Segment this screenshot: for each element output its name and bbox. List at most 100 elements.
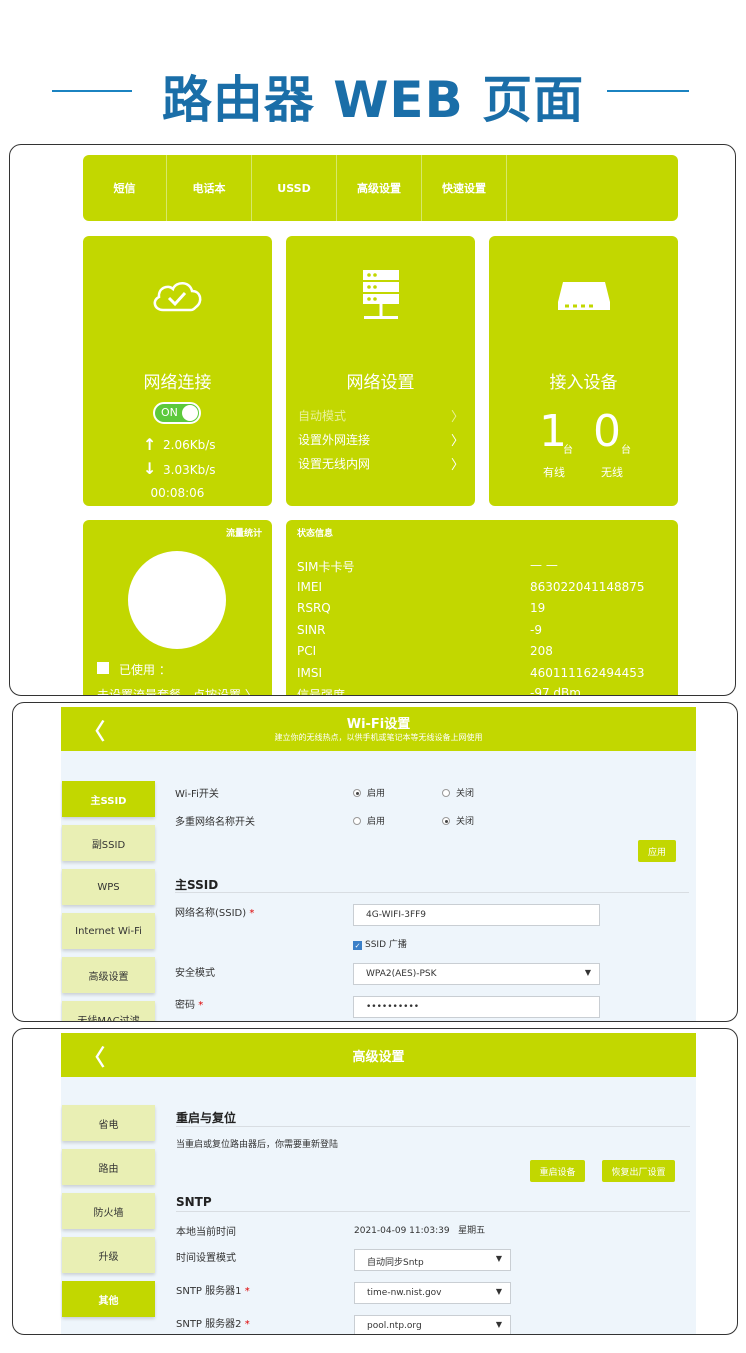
status-key: 信号强度 [297, 688, 346, 696]
radio-dot [442, 817, 450, 825]
network-connection-card: 网络连接 ON ↑ 2.06Kb/s ↓ 3.03Kb/s 00:08:06 [83, 236, 272, 506]
wifi-content: 主SSID 副SSID WPS Internet Wi-Fi 高级设置 无线MA… [61, 751, 696, 1021]
traffic-stats-card: 流量统计 已使用 ： 未设置流量套餐，点按设置 〉 [83, 520, 272, 695]
sidebar-item-firewall[interactable]: 防火墙 [62, 1193, 155, 1229]
sidebar-item-advanced[interactable]: 高级设置 [62, 957, 155, 993]
network-toggle-knob [182, 405, 198, 421]
password-label-text: 密码 [175, 1000, 195, 1011]
sntp-server2-label-text: SNTP 服务器2 [176, 1319, 242, 1330]
chevron-right-icon: 〉 [450, 434, 464, 449]
status-key: SIM卡卡号 [297, 560, 355, 574]
router-device-icon [558, 282, 610, 310]
wifi-on-radio[interactable]: 启用 [353, 786, 385, 799]
link-wlan-setup-label: 设置无线内网 [298, 457, 371, 471]
status-value: 863022041148875 [530, 580, 645, 594]
sntp-server1-select[interactable]: time-nw.nist.gov ▼ [354, 1282, 511, 1304]
sidebar-item-main-ssid[interactable]: 主SSID [62, 781, 155, 817]
download-arrow-icon: ↓ [143, 459, 157, 478]
menu-ussd[interactable]: USSD [252, 155, 337, 221]
sntp-server2-label: SNTP 服务器2 * [176, 1315, 250, 1330]
status-info-title: 状态信息 [297, 529, 334, 539]
required-mark: * [198, 1000, 204, 1011]
multi-ssid-off-radio[interactable]: 关闭 [442, 814, 474, 827]
dropdown-caret-icon: ▼ [495, 1320, 502, 1329]
menu-advanced[interactable]: 高级设置 [337, 155, 422, 221]
wireless-count: 0 [593, 406, 621, 457]
ssid-broadcast-checkbox[interactable]: ✓ SSID 广播 [353, 937, 407, 950]
network-settings-title: 网络设置 [346, 373, 415, 393]
used-legend-box [97, 662, 109, 674]
status-row: SIM卡卡号 — — [297, 558, 667, 575]
link-wan-setup[interactable]: 设置外网连接 〉 [298, 431, 464, 449]
status-key: RSRQ [297, 601, 331, 615]
wifi-title-bar: 〈 Wi-Fi设置 建立你的无线热点，以供手机或笔记本等无线设备上网使用 [61, 707, 696, 751]
connected-devices-card: 接入设备 1 台 0 台 有线 无线 [489, 236, 678, 506]
status-value: 19 [530, 601, 546, 615]
factory-reset-button[interactable]: 恢复出厂设置 [602, 1160, 675, 1182]
status-row: RSRQ 19 [297, 601, 667, 615]
sntp-server2-select[interactable]: pool.ntp.org ▼ [354, 1315, 511, 1334]
checkmark-icon: ✓ [353, 941, 362, 950]
menu-quick-setup[interactable]: 快速设置 [422, 155, 507, 221]
status-key: PCI [297, 644, 317, 658]
status-row: 信号强度 -97 dBm [297, 686, 667, 696]
apply-button[interactable]: 应用 [638, 840, 676, 862]
sidebar-item-sub-ssid[interactable]: 副SSID [62, 825, 155, 861]
sidebar-item-wps[interactable]: WPS [62, 869, 155, 905]
sidebar-item-other[interactable]: 其他 [62, 1281, 155, 1317]
wifi-on-label: 启用 [367, 789, 386, 799]
page-header: 路由器 WEB 页面 [0, 58, 746, 129]
ssid-label-text: 网络名称(SSID) [175, 908, 247, 919]
local-time-label: 本地当前时间 [176, 1227, 236, 1238]
traffic-pie [128, 551, 226, 649]
set-plan-link[interactable]: 未设置流量套餐，点按设置 〉 [97, 686, 257, 695]
wired-label: 有线 [543, 466, 565, 479]
multi-ssid-off-label: 关闭 [456, 817, 475, 827]
dashboard-panel: 短信 电话本 USSD 高级设置 快速设置 网络连接 ON ↑ 2.06Kb/s… [9, 144, 736, 696]
sidebar-item-routing[interactable]: 路由 [62, 1149, 155, 1185]
status-info-card: 状态信息 SIM卡卡号 — — IMEI 863022041148875 RSRQ 1… [286, 520, 678, 696]
security-select[interactable]: WPA2(AES)-PSK ▼ [353, 963, 600, 985]
network-settings-card: 网络设置 自动模式〉 设置外网连接〉 设置无线内网〉 [286, 236, 475, 506]
sidebar-item-internet-wifi[interactable]: Internet Wi-Fi [62, 913, 155, 949]
sidebar-item-power-saving[interactable]: 省电 [62, 1105, 155, 1141]
network-toggle[interactable]: ON [153, 402, 201, 424]
sidebar-item-upgrade[interactable]: 升级 [62, 1237, 155, 1273]
security-select-value: WPA2(AES)-PSK [366, 969, 437, 979]
status-value: — — [530, 558, 558, 572]
sntp-server2-value: pool.ntp.org [367, 1321, 422, 1331]
top-menu: 短信 电话本 USSD 高级设置 快速设置 [83, 155, 678, 221]
sidebar-item-mac-filter[interactable]: 无线MAC过滤 [62, 1001, 155, 1021]
time-mode-select[interactable]: 自动同步Sntp ▼ [354, 1249, 511, 1271]
header-line-right [607, 90, 689, 92]
menu-sms[interactable]: 短信 [83, 155, 167, 221]
password-input[interactable]: •••••••••• [353, 996, 600, 1018]
chevron-right-icon: 〉 [450, 458, 464, 473]
time-mode-value: 自动同步Sntp [367, 1258, 424, 1268]
dropdown-caret-icon: ▼ [495, 1287, 502, 1296]
wifi-off-radio[interactable]: 关闭 [442, 786, 474, 799]
upload-rate: 2.06Kb/s [163, 438, 216, 452]
sntp-server1-label: SNTP 服务器1 * [176, 1282, 250, 1297]
traffic-stats-title: 流量统计 [225, 529, 262, 539]
wired-unit: 台 [563, 445, 573, 456]
multi-ssid-on-radio[interactable]: 启用 [353, 814, 385, 827]
wireless-unit: 台 [621, 445, 631, 456]
reboot-button[interactable]: 重启设备 [530, 1160, 585, 1182]
section-divider [175, 892, 689, 893]
network-connection-title: 网络连接 [143, 373, 212, 393]
multi-ssid-label: 多重网络名称开关 [175, 817, 255, 828]
cloud-check-icon [153, 282, 202, 312]
ssid-input[interactable]: 4G-WIFI-3FF9 [353, 904, 600, 926]
menu-empty [507, 155, 678, 221]
menu-phonebook[interactable]: 电话本 [167, 155, 252, 221]
status-row: IMEI 863022041148875 [297, 580, 667, 594]
required-mark: * [249, 908, 255, 919]
advanced-settings-panel: 〈 高级设置 省电 路由 防火墙 升级 其他 重启与复位 当重启或复位路由器后，… [12, 1028, 738, 1335]
connection-duration: 00:08:06 [150, 486, 205, 500]
link-wan-setup-label: 设置外网连接 [298, 433, 371, 447]
link-wlan-setup[interactable]: 设置无线内网 〉 [298, 455, 464, 473]
ssid-broadcast-label: SSID 广播 [365, 940, 407, 950]
link-auto-mode[interactable]: 自动模式 〉 [298, 407, 464, 425]
status-row: IMSI 460111162494453 [297, 666, 667, 680]
